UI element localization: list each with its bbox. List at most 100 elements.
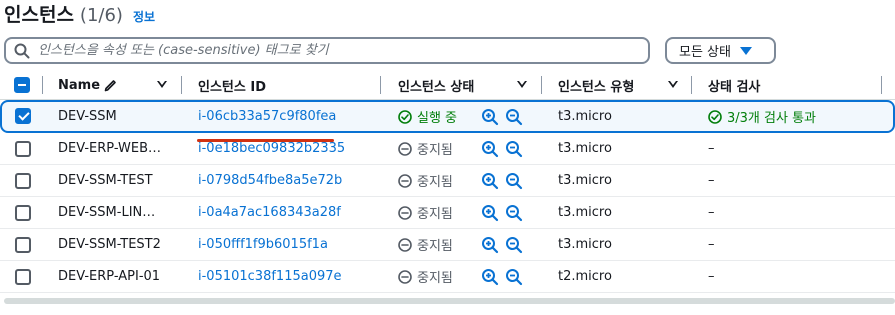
instance-state: 중지됨	[398, 165, 453, 196]
instance-id-link[interactable]: i-0e18bec09832b2335	[198, 133, 345, 164]
table-row[interactable]: DEV-SSM-TEST2 i-050fff1f9b6015f1a 중지됨 t3.mi…	[0, 229, 895, 261]
horizontal-scrollbar[interactable]	[4, 298, 895, 304]
column-divider	[181, 76, 182, 94]
status-check: –	[708, 165, 715, 196]
instance-state-label: 실행 중	[417, 111, 458, 126]
state-filter-dropdown[interactable]: 모든 상태	[665, 37, 776, 64]
instance-id-link[interactable]: i-0a4a7ac168343a28f	[198, 197, 341, 228]
zoom-in-icon[interactable]	[481, 102, 499, 131]
row-checkbox[interactable]	[15, 141, 31, 157]
table-row[interactable]: DEV-ERP-WEB… i-0e18bec09832b2335 중지됨 t3.mic…	[0, 133, 895, 165]
instance-id-link[interactable]: i-0798d54fbe8a5e72b	[198, 165, 342, 196]
row-checkbox[interactable]	[15, 237, 31, 253]
page-header: 인스턴스 (1/6) 정보	[4, 0, 155, 26]
state-filter-label: 모든 상태	[679, 45, 731, 60]
zoom-in-icon[interactable]	[481, 133, 499, 164]
search-bar[interactable]	[4, 37, 650, 64]
instance-name: DEV-SSM-LIN…	[58, 205, 156, 220]
zoom-out-icon[interactable]	[505, 261, 523, 292]
status-check-label: 3/3개 검사 통과	[727, 111, 816, 126]
instance-name: DEV-ERP-API-01	[58, 269, 161, 284]
instance-state-label: 중지됨	[417, 175, 453, 190]
row-checkbox[interactable]	[15, 173, 31, 189]
column-header-type[interactable]: 인스턴스 유형	[558, 70, 634, 100]
column-divider	[380, 76, 381, 94]
row-checkbox[interactable]	[15, 205, 31, 221]
sort-icon[interactable]	[157, 81, 167, 88]
instance-id-link[interactable]: i-06cb33a57c9f80fea	[198, 102, 336, 131]
stop-circle-icon	[398, 237, 417, 252]
check-circle-icon	[708, 109, 727, 124]
selection-count: (1/6)	[79, 5, 123, 26]
zoom-out-icon[interactable]	[505, 197, 523, 228]
table-row[interactable]: DEV-SSM-LIN… i-0a4a7ac168343a28f 중지됨 t3.mic…	[0, 197, 895, 229]
page-title: 인스턴스	[4, 4, 74, 26]
instance-state: 중지됨	[398, 229, 453, 260]
check-circle-icon	[398, 109, 417, 124]
status-check-label: –	[708, 237, 715, 252]
zoom-out-icon[interactable]	[505, 229, 523, 260]
stop-circle-icon	[398, 269, 417, 284]
zoom-in-icon[interactable]	[481, 261, 499, 292]
annotation-underline	[197, 139, 334, 142]
instance-name: DEV-ERP-WEB…	[58, 141, 161, 156]
column-divider	[881, 76, 882, 94]
instance-name: DEV-SSM	[58, 109, 117, 124]
instance-state-label: 중지됨	[417, 143, 453, 158]
status-check-label: –	[708, 173, 715, 188]
table-body: DEV-SSM i-06cb33a57c9f80fea 실행 중 t3.micro 3/…	[0, 100, 895, 293]
column-header-state[interactable]: 인스턴스 상태	[398, 70, 474, 100]
zoom-out-icon[interactable]	[505, 102, 523, 131]
stop-circle-icon	[398, 173, 417, 188]
instance-name: DEV-SSM-TEST	[58, 173, 153, 188]
status-check-label: –	[708, 141, 715, 156]
status-check: –	[708, 133, 715, 164]
instance-state: 중지됨	[398, 197, 453, 228]
column-header-instance-id[interactable]: 인스턴스 ID	[198, 70, 266, 100]
stop-circle-icon	[398, 205, 417, 220]
instance-state-label: 중지됨	[417, 271, 453, 286]
instance-id-link[interactable]: i-050fff1f9b6015f1a	[198, 229, 328, 260]
instance-type: t3.micro	[558, 173, 612, 188]
status-check-label: –	[708, 205, 715, 220]
instances-table: Name 인스턴스 ID 인스턴스 상태 인스턴스 유형 상태 검사 DEV-S…	[0, 70, 895, 293]
instance-type: t3.micro	[558, 141, 612, 156]
zoom-in-icon[interactable]	[481, 165, 499, 196]
sort-icon[interactable]	[668, 81, 678, 88]
table-row[interactable]: DEV-SSM-TEST i-0798d54fbe8a5e72b 중지됨 t3.mic…	[0, 165, 895, 197]
status-check: –	[708, 197, 715, 228]
table-row[interactable]: DEV-ERP-API-01 i-05101c38f115a097e 중지됨 t2.m…	[0, 261, 895, 293]
pencil-icon	[104, 78, 118, 92]
instance-name: DEV-SSM-TEST2	[58, 237, 161, 252]
zoom-in-icon[interactable]	[481, 197, 499, 228]
zoom-out-icon[interactable]	[505, 165, 523, 196]
zoom-in-icon[interactable]	[481, 229, 499, 260]
instance-type: t3.micro	[558, 109, 612, 124]
search-icon	[14, 43, 30, 59]
column-divider	[541, 76, 542, 94]
status-check-label: –	[708, 269, 715, 284]
table-row[interactable]: DEV-SSM i-06cb33a57c9f80fea 실행 중 t3.micro 3/…	[0, 100, 895, 133]
zoom-out-icon[interactable]	[505, 133, 523, 164]
status-check: –	[708, 261, 715, 292]
column-header-name[interactable]: Name	[58, 70, 118, 100]
instance-type: t2.micro	[558, 269, 612, 284]
caret-down-icon	[739, 46, 752, 55]
sort-icon[interactable]	[517, 81, 527, 88]
table-header: Name 인스턴스 ID 인스턴스 상태 인스턴스 유형 상태 검사	[0, 70, 895, 100]
search-input[interactable]	[38, 43, 648, 58]
column-divider	[691, 76, 692, 94]
instance-type: t3.micro	[558, 205, 612, 220]
instance-state: 실행 중	[398, 102, 457, 131]
instance-state-label: 중지됨	[417, 239, 453, 254]
instance-state: 중지됨	[398, 261, 453, 292]
column-header-status-check[interactable]: 상태 검사	[708, 70, 760, 100]
info-link[interactable]: 정보	[133, 8, 155, 25]
row-checkbox[interactable]	[15, 269, 31, 285]
select-all-checkbox[interactable]	[14, 77, 30, 93]
instance-id-link[interactable]: i-05101c38f115a097e	[198, 261, 342, 292]
instance-type: t3.micro	[558, 237, 612, 252]
column-divider	[42, 76, 43, 94]
instance-state-label: 중지됨	[417, 207, 453, 222]
row-checkbox[interactable]	[15, 108, 31, 124]
